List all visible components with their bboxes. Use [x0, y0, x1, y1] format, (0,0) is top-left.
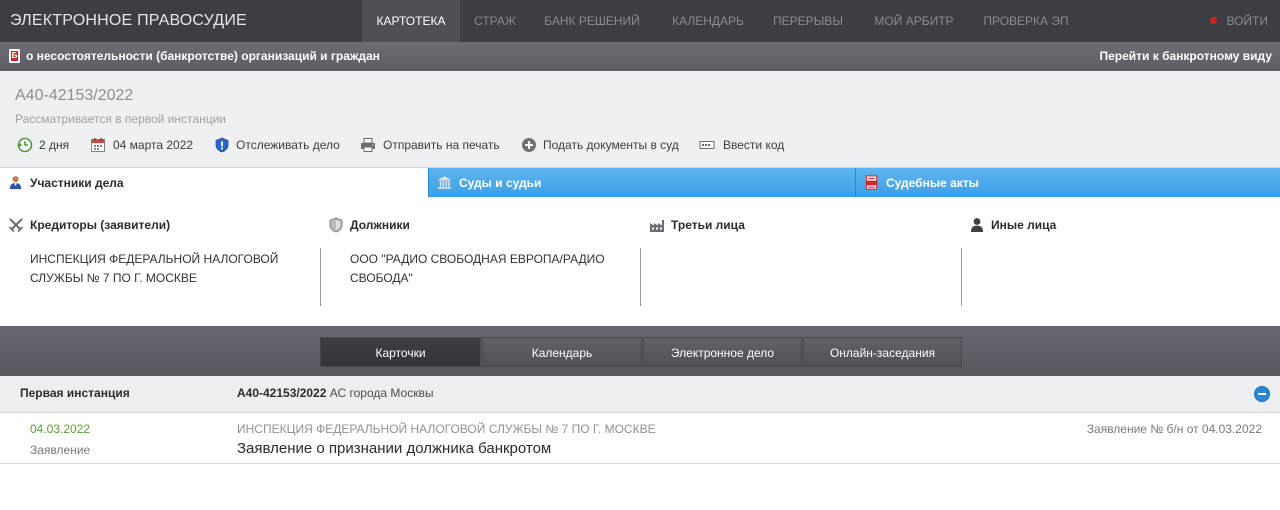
shield-gray-icon: [329, 217, 343, 233]
instance-case: А40-42153/2022 АС города Москвы: [237, 386, 433, 400]
pdf-document-icon: [865, 175, 878, 190]
person-icon: [9, 176, 22, 190]
nav-item-proverka-ep[interactable]: ПРОВЕРКА ЭП: [976, 0, 1076, 42]
tab-court-acts[interactable]: Судебные акты: [855, 168, 1280, 197]
printer-icon: [361, 138, 375, 152]
view-tab-calendar[interactable]: Календарь: [482, 337, 642, 367]
view-tab-electronic-case[interactable]: Электронное дело: [643, 337, 802, 367]
bankruptcy-title: о несостоятельности (банкротстве) органи…: [26, 49, 380, 63]
collapse-icon[interactable]: [1254, 386, 1270, 402]
nav-item-moy-arbitr[interactable]: МОЙ АРБИТР: [864, 0, 964, 42]
row-divider: [0, 463, 1280, 464]
keyboard-code-icon: [699, 141, 715, 149]
instance-label: Первая инстанция: [20, 386, 130, 400]
column-divider: [961, 248, 962, 306]
clock-arrow-icon: [17, 137, 33, 153]
instance-case-number[interactable]: А40-42153/2022: [237, 386, 326, 400]
enter-code-button[interactable]: Ввести код: [699, 136, 791, 154]
nav-item-pereryvy[interactable]: ПЕРЕРЫВЫ: [764, 0, 852, 42]
plus-circle-icon: [522, 138, 536, 152]
courthouse-icon: [437, 176, 452, 189]
tab-courts-judges[interactable]: Суды и судьи: [428, 168, 855, 197]
tab-participants[interactable]: Участники дела: [0, 168, 428, 197]
document-organization: ИНСПЕКЦИЯ ФЕДЕРАЛЬНОЙ НАЛОГОВОЙ СЛУЖБЫ №…: [237, 422, 656, 436]
top-nav: ЭЛЕКТРОННОЕ ПРАВОСУДИЕ КАРТОТЕКА СТРАЖ Б…: [0, 0, 1280, 42]
days-counter: 2 дня: [17, 136, 77, 154]
nav-item-strazh[interactable]: СТРАЖ: [462, 0, 528, 42]
bankruptcy-b-icon: Б: [9, 49, 20, 63]
bankruptcy-view-link[interactable]: Перейти к банкротному виду: [1099, 49, 1272, 63]
case-number: А40-42153/2022: [15, 87, 134, 104]
login-link[interactable]: ВОЙТИ: [1210, 0, 1268, 42]
crossed-swords-icon: [8, 218, 24, 233]
track-case-button[interactable]: Отслеживать дело: [214, 136, 344, 154]
submit-documents-button[interactable]: Подать документы в суд: [521, 136, 687, 154]
factory-icon: [650, 220, 664, 232]
creditor-name[interactable]: ИНСПЕКЦИЯ ФЕДЕРАЛЬНОЙ НАЛОГОВОЙ СЛУЖБЫ №…: [30, 250, 300, 288]
document-reference: Заявление № б/н от 04.03.2022: [1086, 422, 1262, 436]
case-date: 04 марта 2022: [90, 136, 200, 154]
brand-logo-text[interactable]: ЭЛЕКТРОННОЕ ПРАВОСУДИЕ: [10, 12, 247, 30]
nav-item-bank-resheniy[interactable]: БАНК РЕШЕНИЙ: [536, 0, 648, 42]
debtors-heading: Должники: [328, 216, 528, 234]
shield-icon: [215, 137, 229, 153]
case-status: Рассматривается в первой инстанции: [15, 112, 226, 126]
nav-item-kartoteka[interactable]: КАРТОТЕКА: [362, 0, 460, 42]
instance-row: [0, 376, 1280, 413]
document-date: 04.03.2022: [30, 422, 91, 436]
document-type: Заявление: [30, 443, 91, 457]
debtor-name[interactable]: ООО "РАДИО СВОБОДНАЯ ЕВРОПА/РАДИО СВОБОД…: [350, 250, 620, 288]
column-divider: [320, 248, 321, 306]
view-tab-cards[interactable]: Карточки: [320, 337, 481, 367]
instance-court: АС города Москвы: [329, 386, 434, 400]
creditors-heading: Кредиторы (заявители): [8, 216, 208, 234]
nav-item-calendar[interactable]: КАЛЕНДАРЬ: [660, 0, 756, 42]
document-title-link[interactable]: Заявление о признании должника банкротом: [237, 440, 551, 457]
view-tab-online-sessions[interactable]: Онлайн-заседания: [803, 337, 962, 367]
other-parties-heading: Иные лица: [969, 216, 1169, 234]
column-divider: [640, 248, 641, 306]
status-dot-icon: [1210, 17, 1218, 24]
login-label: ВОЙТИ: [1226, 14, 1268, 28]
calendar-icon: [91, 138, 105, 152]
print-button[interactable]: Отправить на печать: [360, 136, 504, 154]
third-parties-heading: Третьи лица: [649, 216, 849, 234]
person-silhouette-icon: [971, 218, 983, 232]
